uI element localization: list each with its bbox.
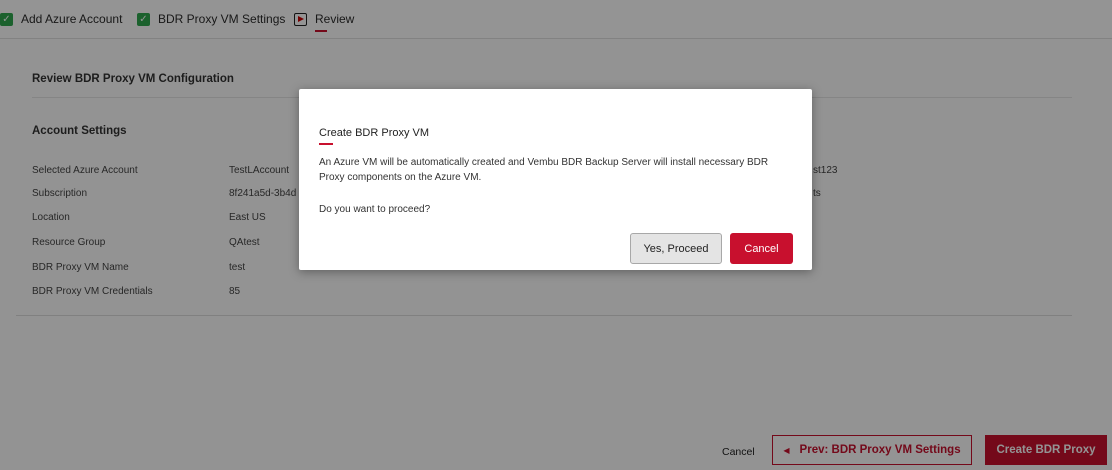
yes-proceed-button[interactable]: Yes, Proceed xyxy=(630,233,722,264)
dialog-cancel-button[interactable]: Cancel xyxy=(730,233,793,264)
dialog-title: Create BDR Proxy VM xyxy=(319,127,430,145)
page: ✓ Add Azure Account ✓ BDR Proxy VM Setti… xyxy=(0,0,1112,470)
confirm-dialog: Create BDR Proxy VM An Azure VM will be … xyxy=(299,89,812,270)
dialog-question: Do you want to proceed? xyxy=(319,204,431,215)
dialog-message: An Azure VM will be automatically create… xyxy=(319,157,769,183)
